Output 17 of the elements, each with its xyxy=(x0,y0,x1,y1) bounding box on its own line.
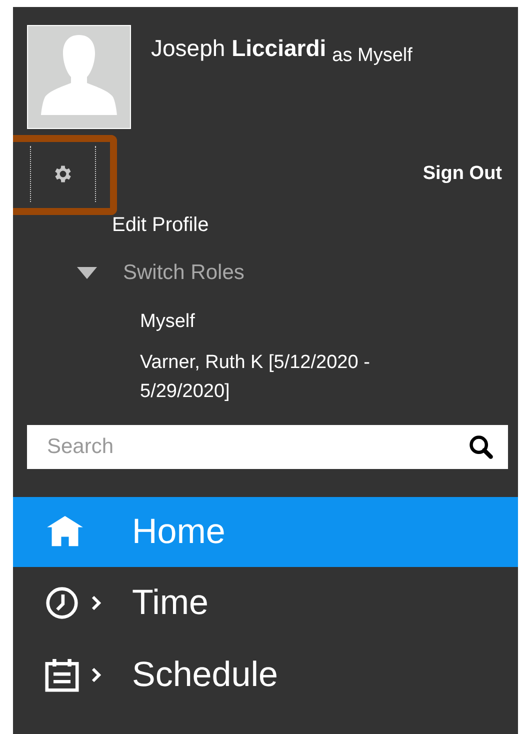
caret-icon xyxy=(77,267,97,279)
search-icon xyxy=(468,434,494,460)
sign-out-link[interactable]: Sign Out xyxy=(422,163,502,185)
search-field[interactable]: Search xyxy=(27,425,508,469)
settings-button[interactable] xyxy=(30,146,96,202)
nav-item[interactable]: Schedule xyxy=(13,639,518,711)
nav-item[interactable]: Time xyxy=(13,567,518,639)
calendar-icon xyxy=(45,658,79,692)
role-option[interactable]: Varner, Ruth K [5/12/2020 - 5/29/2020] xyxy=(140,348,418,406)
role-label: as Myself xyxy=(332,45,412,66)
home-icon xyxy=(45,515,85,549)
clock-icon xyxy=(45,586,79,620)
avatar-icon xyxy=(27,25,131,129)
role-option[interactable]: Myself xyxy=(140,307,418,336)
user-name: Joseph Licciardi xyxy=(151,35,326,61)
switch-roles-toggle[interactable]: Switch Roles xyxy=(77,259,518,287)
edit-profile-link[interactable]: Edit Profile xyxy=(112,214,518,237)
